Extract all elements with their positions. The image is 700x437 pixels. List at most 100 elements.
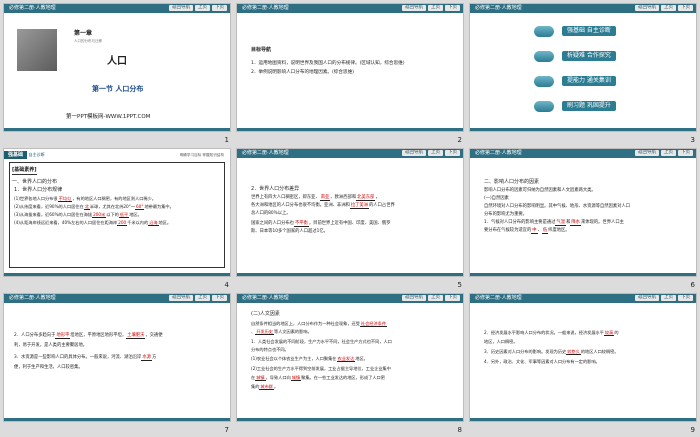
line-b: 1．世界人口分布规律 xyxy=(14,187,63,193)
next-button[interactable]: 下页 xyxy=(678,150,693,156)
line-a: 一、世界人口的分布 xyxy=(12,179,58,185)
line-f: 斯、日本等10多个国家的人口超过1亿。 xyxy=(251,229,328,234)
band-label: 强基础 xyxy=(4,151,28,159)
slide-number: 1 xyxy=(224,136,229,144)
prev-button[interactable]: 上页 xyxy=(428,150,443,156)
menu-item-4[interactable]: 刷习题 巩固提升 xyxy=(562,101,616,111)
header-title: 必修第二册·人教地理 xyxy=(475,5,522,11)
next-button[interactable]: 下页 xyxy=(212,5,227,11)
slide-thumb-8[interactable]: 必修第二册·人教地理 返回导航 上页 下页 (二)人文因素 自然条件相当的地区上，人… xyxy=(233,290,466,435)
line-d: 1．人类社会发展的不同阶段，生产力水平不同，社会生产方式也不同，人口 xyxy=(251,339,392,344)
line-c: 3．水资源是一些影响人口的具体分布。一般来说，河流、湖泊沿岸水源方 xyxy=(14,355,157,361)
slide-number: 6 xyxy=(690,281,695,289)
prev-button[interactable]: 上页 xyxy=(661,5,676,11)
next-button[interactable]: 下页 xyxy=(212,295,227,301)
prev-button[interactable]: 上页 xyxy=(428,295,443,301)
line-a: 2．经济发展水平影响人口分布的状况。一般来说，经济发展水平较高的 xyxy=(484,330,619,336)
line-e: 国家之间的人口分布也不平衡，目前世界上近有中国、印度、美国、俄罗 xyxy=(251,221,391,227)
header-title: 必修第二册·人教地理 xyxy=(9,5,56,11)
line-e: 分布的影响尤为重要。 xyxy=(484,212,527,217)
section-title: 第一节 人口分布 xyxy=(92,85,144,93)
menu-item-1[interactable]: 强基础 自主诊断 xyxy=(562,26,616,36)
basic-heading: [基础素养] xyxy=(12,167,37,175)
nav-button[interactable]: 返回导航 xyxy=(169,295,193,301)
menu-item-2[interactable]: 析疑难 合作探究 xyxy=(562,51,616,61)
line-d: 便，利于生产和生活，人口较密集。 xyxy=(14,365,83,370)
prev-button[interactable]: 上页 xyxy=(428,5,443,11)
slide-number: 8 xyxy=(457,426,462,434)
line-a: 2．世界人口分布差异 xyxy=(251,186,300,192)
slide-thumb-9[interactable]: 必修第二册·人教地理 返回导航 上页 下页 2．经济发展水平影响人口分布的状况。一般… xyxy=(466,290,699,435)
slide-thumb-5[interactable]: 必修第二册·人教地理 返回导航 上页 下页 2．世界人口分布差异 世界上有四大人口稠… xyxy=(233,145,466,290)
line-c: 、开发历史等人文因素的影响。 xyxy=(251,329,312,335)
section-band: 强基础 自主诊断 明确学习目标 掌握知识结构 xyxy=(4,151,230,159)
line-a: 2．人口分布多趋向于地形平坦地区，平原地区地形平坦，土壤肥沃，交通便 xyxy=(14,333,163,339)
slide-6: 必修第二册·人教地理 返回导航 上页 下页 二、影响人口分布的因素 影响人口分布的因… xyxy=(469,148,697,277)
slide-number: 7 xyxy=(224,426,229,434)
line-f: (4)从距海岸线远近来看，40%左右的人口居住在距海岸200千米以内的沿海地区。 xyxy=(14,220,172,226)
line-f: (1)农业社会以个体农业生产为主，人口聚集在农业发达地区。 xyxy=(251,356,368,362)
band-right: 明确学习目标 掌握知识结构 xyxy=(179,153,224,157)
nav-button[interactable]: 返回导航 xyxy=(635,5,659,11)
chapter-sub: 人口的分布与迁移 xyxy=(74,39,102,43)
slide-9: 必修第二册·人教地理 返回导航 上页 下页 2．经济发展水平影响人口分布的状况。一般… xyxy=(469,293,697,422)
slide-thumb-7[interactable]: 必修第二册·人教地理 返回导航 上页 下页 2．人口分布多趋向于地形平坦地区，平原地… xyxy=(0,290,233,435)
slide-thumb-1[interactable]: 必修第二册·人教地理 返回导航 上页 下页 第一章 人口的分布与迁移 人口 第一节 … xyxy=(0,0,233,145)
cloud-icon xyxy=(534,76,554,87)
goal-heading: 目标导航 xyxy=(251,47,272,53)
line-h: 在城镇，导致人口向城镇聚集。在一些工业发达的地区，形成了人口密 xyxy=(251,375,385,381)
prev-button[interactable]: 上页 xyxy=(195,5,210,11)
next-button[interactable]: 下页 xyxy=(445,295,460,301)
line-f: 1．气候对人口分布的影响主要是通过气温和降水来体现的。世界人口主 xyxy=(484,220,624,226)
slide-2: 必修第二册·人教地理 返回导航 上页 下页 目标导航 1．运用地图资料，说明世界及我… xyxy=(236,3,464,132)
prev-button[interactable]: 上页 xyxy=(195,295,210,301)
line-g: (2)工业社会的生产力水平得到空前发展，工业占据主导地位，工业企业集中 xyxy=(251,366,391,371)
header-title: 必修第二册·人教地理 xyxy=(242,295,289,301)
next-button[interactable]: 下页 xyxy=(445,150,460,156)
next-button[interactable]: 下页 xyxy=(678,5,693,11)
band-sub: 自主诊断 xyxy=(28,152,45,157)
slide-thumb-4[interactable]: 强基础 自主诊断 明确学习目标 掌握知识结构 [基础素养] 一、世界人口的分布 … xyxy=(0,145,233,290)
nav-button[interactable]: 返回导航 xyxy=(635,295,659,301)
slide-thumb-6[interactable]: 必修第二册·人教地理 返回导航 上页 下页 二、影响人口分布的因素 影响人口分布的因… xyxy=(466,145,699,290)
nav-button[interactable]: 返回导航 xyxy=(635,150,659,156)
line-d: 自然环境对人口分布的影响明显。其中气候、地形、水资源等自然因素对人口 xyxy=(484,204,631,209)
slide-grid: 必修第二册·人教地理 返回导航 上页 下页 第一章 人口的分布与迁移 人口 第一节 … xyxy=(0,0,700,437)
slide-number: 4 xyxy=(224,281,229,289)
cloud-icon xyxy=(534,26,554,37)
line-e: (3)从海拔来看，近60%的人口居住在海拔200米以下的低平地区。 xyxy=(14,212,142,218)
slide-title: 人口 xyxy=(107,56,127,67)
prev-button[interactable]: 上页 xyxy=(661,150,676,156)
cloud-icon xyxy=(534,101,554,112)
line-e: 分布的特点也不同。 xyxy=(251,347,289,352)
slide-number: 3 xyxy=(690,136,695,144)
nav-button[interactable]: 返回导航 xyxy=(402,5,426,11)
cloud-icon xyxy=(534,51,554,62)
slide-thumb-3[interactable]: 必修第二册·人教地理 返回导航 上页 下页 强基础 自主诊断 析疑难 合作探究 提能… xyxy=(466,0,699,145)
prev-button[interactable]: 上页 xyxy=(661,295,676,301)
nav-button[interactable]: 返回导航 xyxy=(402,295,426,301)
nav-button[interactable]: 返回导航 xyxy=(169,5,193,11)
footer-text: 第一PPT模板网-WWW.1PPT.COM xyxy=(66,114,151,120)
slide-1: 必修第二册·人教地理 返回导航 上页 下页 第一章 人口的分布与迁移 人口 第一节 … xyxy=(3,3,231,132)
line-d: 总人口的80%以上。 xyxy=(251,211,291,216)
line-c: (1)世界各地人口分布很不均匀，有的地区人口稠密，有的地区则人口稀少。 xyxy=(14,196,156,202)
menu-item-3[interactable]: 提能力 通关集训 xyxy=(562,76,616,86)
slide-3: 必修第二册·人教地理 返回导航 上页 下页 强基础 自主诊断 析疑难 合作探究 提能… xyxy=(469,3,697,132)
slide-8: 必修第二册·人教地理 返回导航 上页 下页 (二)人文因素 自然条件相当的地区上，人… xyxy=(236,293,464,422)
header-title: 必修第二册·人教地理 xyxy=(9,295,56,301)
photo-placeholder xyxy=(17,29,57,71)
slide-5: 必修第二册·人教地理 返回导航 上页 下页 2．世界人口分布差异 世界上有四大人口稠… xyxy=(236,148,464,277)
slide-7: 必修第二册·人教地理 返回导航 上页 下页 2．人口分布多趋向于地形平坦地区，平原地… xyxy=(3,293,231,422)
slide-number: 9 xyxy=(690,426,695,434)
nav-button[interactable]: 返回导航 xyxy=(402,150,426,156)
header-title: 必修第二册·人教地理 xyxy=(242,150,289,156)
goal-line-1: 1．运用地图资料，说明世界及我国人口的分布规律。(区域认知，综合思维) xyxy=(251,61,405,66)
slide-thumb-2[interactable]: 必修第二册·人教地理 返回导航 上页 下页 目标导航 1．运用地图资料，说明世界及我… xyxy=(233,0,466,145)
line-b: 世界上有四大人口稠密区，即东亚、南亚、欧洲西部和北美东部， xyxy=(251,195,380,201)
line-c: 各大洲和地区的人口分布也很不均衡。亚洲、非洲和拉丁美洲的人口占世界 xyxy=(251,203,395,209)
line-b: 自然条件相当的地区上，人口分布作为一种社会现象，还受社会经济条件 xyxy=(251,321,388,327)
next-button[interactable]: 下页 xyxy=(445,5,460,11)
next-button[interactable]: 下页 xyxy=(678,295,693,301)
header-title: 必修第二册·人教地理 xyxy=(475,150,522,156)
